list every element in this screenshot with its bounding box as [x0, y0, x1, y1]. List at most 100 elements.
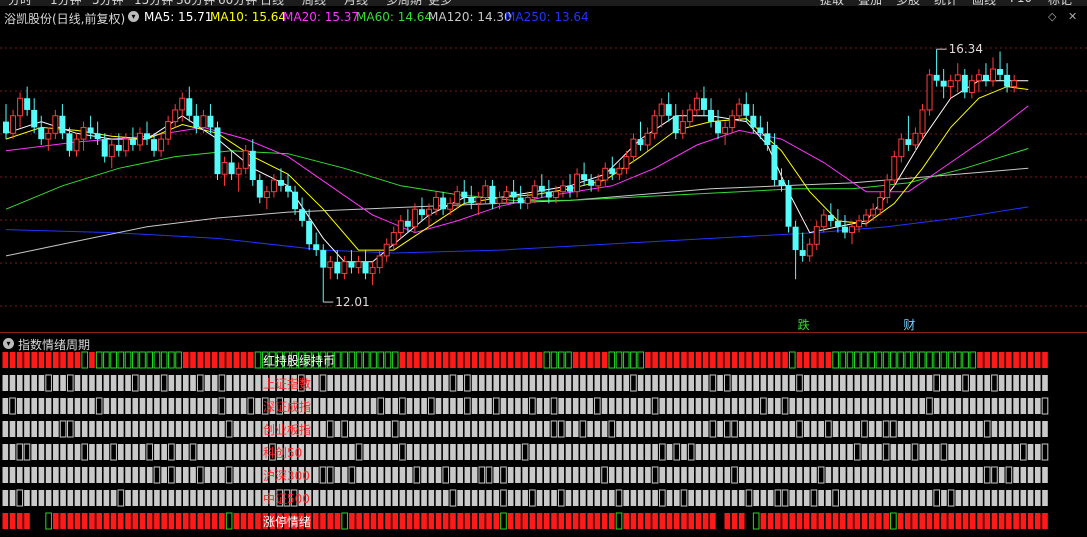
sentiment-cell [905, 490, 911, 506]
sentiment-cell [673, 421, 680, 437]
sentiment-cell [507, 467, 514, 483]
sentiment-cell [370, 421, 377, 437]
sentiment-cell [788, 351, 796, 369]
top-menu-item[interactable]: 5分钟 [92, 0, 124, 6]
sentiment-cell [717, 490, 723, 506]
sentiment-cell [435, 352, 442, 368]
sentiment-cell [67, 467, 74, 483]
sentiment-cell [219, 490, 225, 506]
sentiment-cell [110, 351, 117, 369]
candle-body [418, 209, 425, 216]
sentiment-cell [702, 444, 709, 460]
sentiment-cell [868, 351, 876, 369]
sentiment-cell [969, 375, 976, 391]
candle-body [313, 244, 320, 251]
candle [630, 133, 637, 163]
sentiment-cell [197, 352, 204, 368]
sentiment-cell [760, 421, 767, 437]
sentiment-cell [796, 444, 803, 460]
top-menu-item[interactable]: 提取 [820, 0, 844, 6]
diamond-icon[interactable]: ◇ [1048, 10, 1056, 23]
sentiment-cell [853, 443, 861, 461]
sentiment-cell [139, 421, 146, 437]
sentiment-cell [2, 444, 9, 460]
close-icon[interactable]: ✕ [1068, 10, 1077, 23]
sentiment-cell [825, 375, 832, 391]
sentiment-cell [385, 375, 391, 391]
sentiment-cell [1034, 352, 1041, 368]
top-menu-item[interactable]: 统计 [934, 0, 958, 6]
sentiment-cell [998, 398, 1005, 414]
sentiment-cell [1027, 421, 1034, 437]
candle [249, 139, 256, 186]
sentiment-cell [493, 467, 500, 483]
top-menu-item[interactable]: 多周期 [386, 0, 422, 6]
sentiment-cell [211, 467, 218, 483]
sentiment-cell [312, 421, 319, 437]
candle [708, 98, 714, 128]
sentiment-cell [912, 398, 918, 414]
sentiment-cell [341, 375, 348, 391]
sentiment-cell [24, 398, 30, 414]
sentiment-cell [479, 398, 485, 414]
top-menu-item[interactable]: 60分钟 [218, 0, 257, 6]
candlestick-chart[interactable]: 16.34 12.01 跌 财 [0, 26, 1087, 332]
top-menu-item[interactable]: 30分钟 [176, 0, 215, 6]
stock-name[interactable]: 浴凯股份(日线,前复权) [4, 10, 125, 27]
sentiment-cell [565, 351, 572, 369]
sentiment-cell [688, 398, 695, 414]
sentiment-cell [550, 397, 558, 415]
sentiment-cell [637, 467, 644, 483]
candle [313, 232, 320, 256]
sentiment-cell [594, 421, 601, 437]
sentiment-cell [775, 375, 781, 391]
candle [440, 191, 447, 216]
sentiment-grid[interactable]: 红持股绿持币上证指数深证成指创业板指科创50 沪深300 中证500 涨停情绪 [0, 350, 1087, 537]
sentiment-cell [233, 375, 240, 391]
sentiment-cell [183, 421, 189, 437]
sentiment-cell [550, 420, 558, 438]
sentiment-cell [175, 467, 182, 483]
top-menu-item[interactable]: 分时 [8, 0, 32, 6]
top-menu-item[interactable]: 多股 [896, 0, 920, 6]
sentiment-cell [427, 397, 435, 415]
top-menu-item[interactable]: 更多 [428, 0, 452, 6]
top-menu-item[interactable]: 标记 [1048, 0, 1072, 6]
top-menu-item[interactable]: 画线 [972, 0, 996, 6]
sentiment-cell [977, 352, 983, 368]
top-menu-item[interactable]: 15分钟 [134, 0, 173, 6]
candle-body [73, 138, 80, 152]
sentiment-row-label: 创业板指 [263, 422, 311, 437]
candle-body [736, 103, 743, 117]
top-menu-item[interactable]: 月线 [344, 0, 368, 6]
sentiment-cell [355, 351, 363, 369]
sentiment-cell [991, 444, 998, 460]
sentiment-cell [666, 444, 673, 460]
sentiment-cell [190, 467, 196, 483]
sentiment-cell [876, 513, 882, 529]
sentiment-cell [60, 444, 66, 460]
sentiment-cell [370, 398, 377, 414]
sentiment-cell [428, 513, 435, 529]
sentiment-cell [840, 421, 846, 437]
sentiment-cell [557, 489, 565, 507]
sentiment-cell [110, 513, 117, 529]
sentiment-cell [168, 421, 175, 437]
candle-body [510, 191, 517, 198]
sentiment-cell [969, 467, 976, 483]
top-menu-item[interactable]: 1分钟 [50, 0, 82, 6]
sentiment-cell [558, 444, 565, 460]
candle-body [397, 220, 404, 234]
top-menu-item[interactable]: 周线 [302, 0, 326, 6]
candle [715, 109, 722, 140]
candle-body [581, 174, 588, 180]
candle [947, 74, 954, 99]
top-menu-item[interactable]: F10 [1010, 0, 1032, 5]
sentiment-cell [435, 375, 442, 391]
sentiment-cell [399, 443, 406, 461]
top-menu-item[interactable]: 叠加 [858, 0, 882, 6]
sentiment-cell [905, 398, 911, 414]
top-menu-item[interactable]: 日线 [260, 0, 284, 6]
sentiment-cell [81, 375, 88, 391]
sentiment-cell [464, 467, 471, 483]
